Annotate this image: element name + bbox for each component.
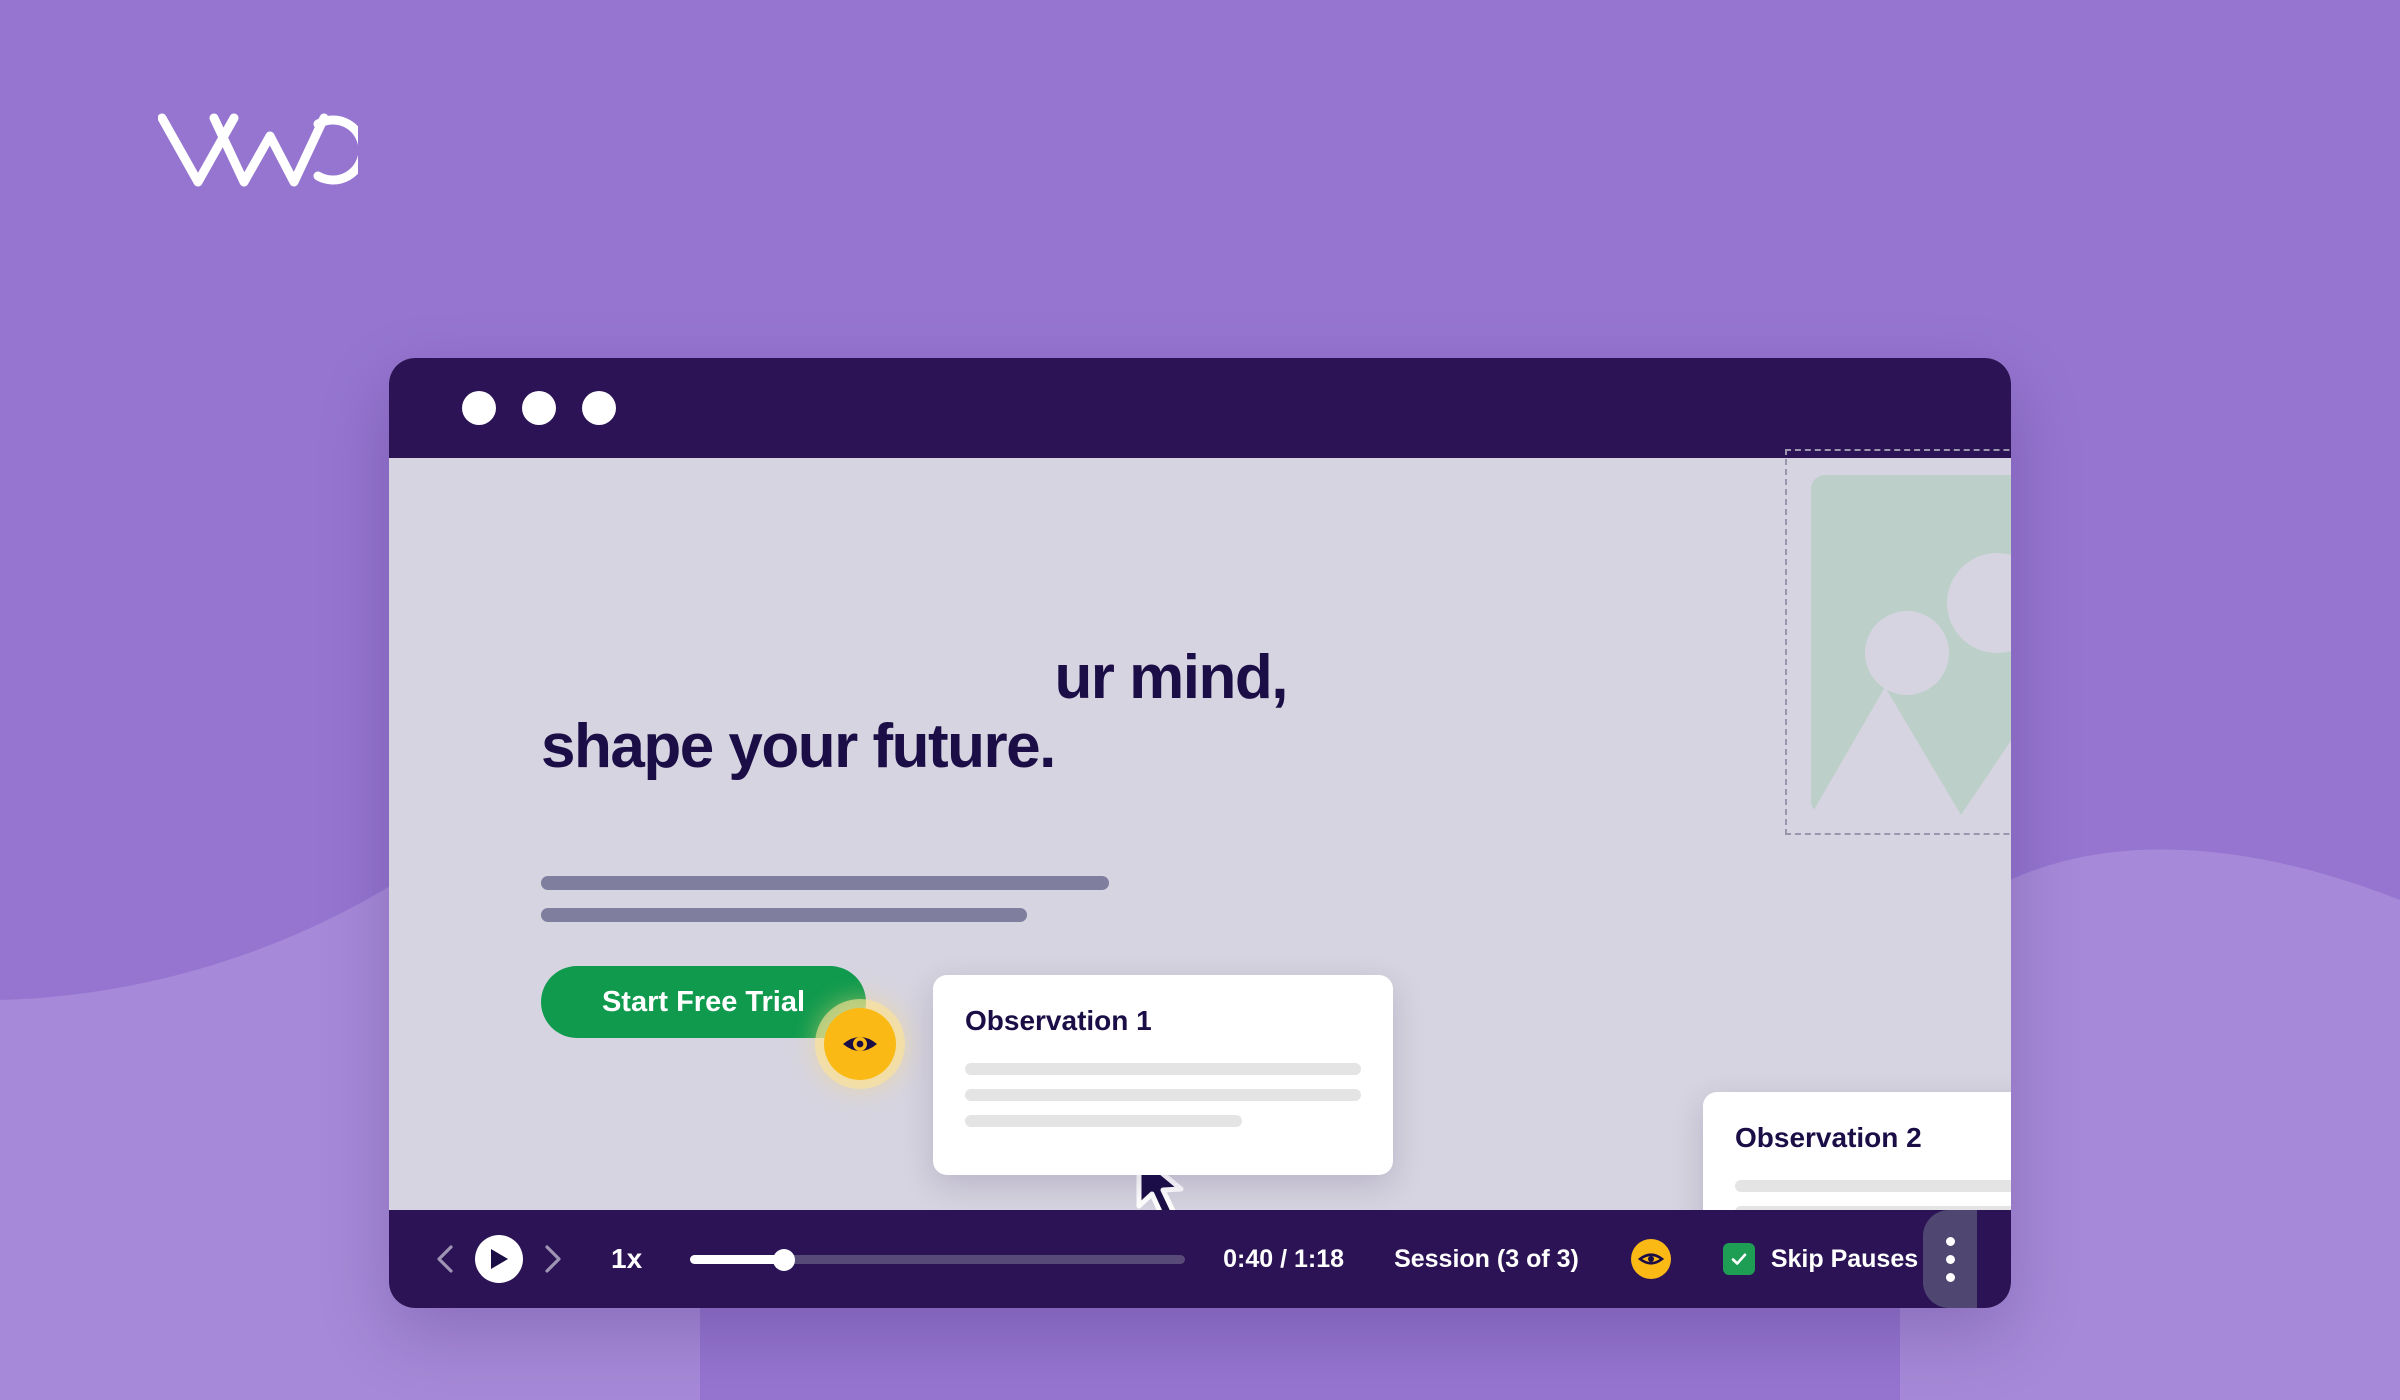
skip-pauses-toggle[interactable]: Skip Pauses bbox=[1722, 1243, 1919, 1275]
play-icon bbox=[491, 1249, 508, 1269]
placeholder-line bbox=[965, 1063, 1361, 1075]
observation-card-2-title: Observation 2 bbox=[1735, 1122, 1922, 1153]
player-control-bar: 1x 0:40 / 1:18 Session (3 of 3) Skip Pau… bbox=[389, 1210, 2011, 1308]
observations-toggle-button[interactable] bbox=[1630, 1239, 1671, 1279]
headline-line-2: shape your future. bbox=[541, 712, 1056, 782]
time-display: 0:40 / 1:18 bbox=[1223, 1244, 1345, 1273]
window-dot-3[interactable] bbox=[582, 391, 616, 425]
skip-pauses-checkbox[interactable] bbox=[1722, 1243, 1755, 1275]
kebab-dot bbox=[1945, 1236, 1955, 1246]
window-dot-2[interactable] bbox=[522, 391, 556, 425]
placeholder-line bbox=[965, 1115, 1243, 1127]
more-options-button[interactable] bbox=[1923, 1210, 1977, 1308]
observation-card-1-title: Observation 1 bbox=[965, 1005, 1152, 1036]
observation-1-eye-badge[interactable] bbox=[824, 1008, 896, 1080]
session-indicator: Session (3 of 3) bbox=[1394, 1244, 1579, 1273]
start-free-trial-button[interactable]: Start Free Trial bbox=[541, 966, 866, 1038]
kebab-dot bbox=[1945, 1272, 1955, 1282]
body-text-bar-2 bbox=[541, 908, 1027, 922]
vwo-logo bbox=[158, 113, 358, 187]
window-dot-1[interactable] bbox=[462, 391, 496, 425]
play-button[interactable] bbox=[475, 1235, 523, 1283]
previous-session-button[interactable] bbox=[429, 1242, 463, 1276]
headline-line-1: ur mind, bbox=[1054, 643, 1288, 712]
skip-pauses-label: Skip Pauses bbox=[1770, 1244, 1919, 1273]
page-canvas: ur mind, shape your future. Start Free T… bbox=[389, 449, 2011, 1292]
browser-window: ur mind, shape your future. Start Free T… bbox=[389, 358, 2011, 1308]
progress-slider-knob[interactable] bbox=[773, 1248, 796, 1271]
window-titlebar bbox=[389, 358, 2011, 458]
next-session-button[interactable] bbox=[535, 1242, 569, 1276]
eye-icon bbox=[843, 1037, 877, 1051]
progress-slider-fill bbox=[690, 1254, 785, 1264]
playback-speed-button[interactable]: 1x bbox=[611, 1243, 642, 1275]
observation-card-1-placeholder-lines bbox=[965, 1063, 1361, 1127]
media-placeholder-region bbox=[1785, 449, 2011, 835]
body-text-bar-1 bbox=[541, 876, 1109, 890]
placeholder-line bbox=[965, 1089, 1361, 1101]
page-headline: ur mind, shape your future. bbox=[541, 643, 1541, 782]
progress-slider[interactable] bbox=[690, 1248, 1186, 1271]
eye-icon bbox=[1637, 1253, 1664, 1265]
placeholder-image bbox=[1811, 475, 2011, 815]
check-icon bbox=[1731, 1253, 1747, 1265]
kebab-dot bbox=[1945, 1254, 1955, 1264]
placeholder-image-graphic bbox=[1811, 553, 2011, 815]
observation-card-1[interactable]: Observation 1 bbox=[933, 975, 1393, 1175]
placeholder-line bbox=[1735, 1180, 2011, 1192]
